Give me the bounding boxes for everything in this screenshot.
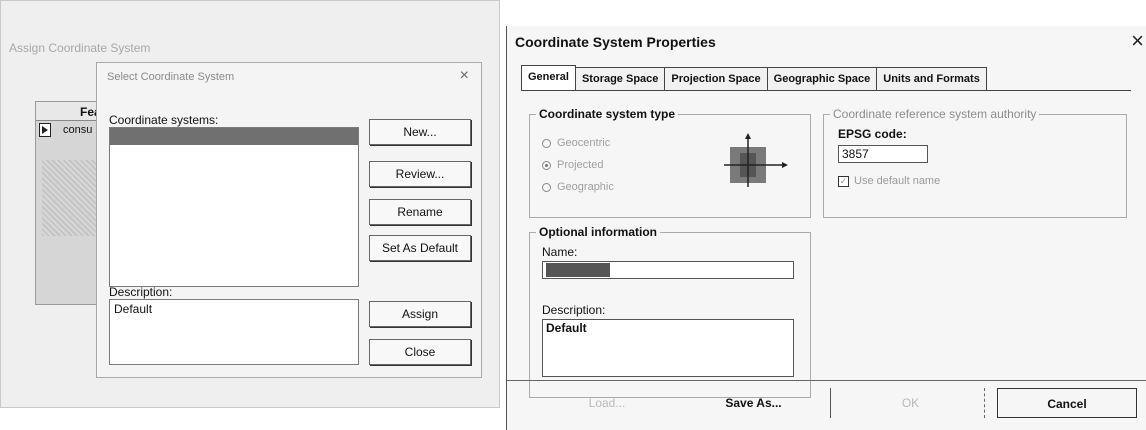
tab-general[interactable]: General <box>521 65 576 90</box>
coordinate-systems-label: Coordinate systems: <box>109 113 219 127</box>
projected-grid-icon <box>724 133 788 187</box>
load-button[interactable]: Load... <box>547 388 667 418</box>
description-value: Default <box>114 302 153 316</box>
background-window-title: Assign Coordinate System <box>9 41 151 55</box>
tab-geographic-space[interactable]: Geographic Space <box>766 67 878 90</box>
radio-icon <box>542 182 551 192</box>
description-textarea[interactable]: Default <box>542 319 794 377</box>
grid-row-cell[interactable]: consu <box>63 124 92 136</box>
radio-label: Projected <box>557 159 604 171</box>
grid-area <box>42 160 100 236</box>
list-item-selected[interactable] <box>110 128 358 145</box>
button-bar-divider <box>507 380 1146 381</box>
crs-authority-group: Coordinate reference system authority EP… <box>823 107 1127 218</box>
set-as-default-button[interactable]: Set As Default <box>369 235 471 261</box>
radio-label: Geographic <box>557 181 614 193</box>
checkbox-label: Use default name <box>854 175 941 187</box>
tab-units-and-formats[interactable]: Units and Formats <box>876 67 987 90</box>
epsg-code-label: EPSG code: <box>838 127 907 141</box>
ok-button[interactable]: OK <box>837 388 985 418</box>
close-icon[interactable]: × <box>1131 28 1144 54</box>
review-button[interactable]: Review... <box>369 161 471 187</box>
coordinate-system-properties-dialog: Coordinate System Properties × General S… <box>506 26 1146 430</box>
group-title: Coordinate reference system authority <box>830 107 1040 121</box>
tab-storage-space[interactable]: Storage Space <box>574 67 666 90</box>
name-input[interactable] <box>542 261 794 279</box>
optional-information-group: Optional information Name: Description: … <box>529 225 811 398</box>
radio-projected[interactable]: Projected <box>542 159 603 171</box>
radio-geographic[interactable]: Geographic <box>542 181 614 193</box>
use-default-name-checkbox[interactable]: ✓ Use default name <box>838 175 940 187</box>
dialog-title: Select Coordinate System <box>107 71 235 83</box>
tab-projection-space[interactable]: Projection Space <box>664 67 768 90</box>
rename-button[interactable]: Rename <box>369 199 471 225</box>
description-label: Description: <box>542 303 606 317</box>
group-title: Coordinate system type <box>536 107 679 121</box>
new-button[interactable]: New... <box>369 119 471 145</box>
description-label: Description: <box>109 285 173 299</box>
group-title: Optional information <box>536 225 660 239</box>
save-as-button[interactable]: Save As... <box>677 388 831 418</box>
close-icon[interactable]: × <box>460 67 469 85</box>
name-label: Name: <box>542 245 578 259</box>
checkbox-checked-icon: ✓ <box>838 175 849 187</box>
radio-geocentric[interactable]: Geocentric <box>542 137 610 149</box>
radio-selected-icon <box>542 160 551 170</box>
cancel-button[interactable]: Cancel <box>997 388 1137 418</box>
tab-strip: General Storage Space Projection Space G… <box>521 65 987 90</box>
description-box[interactable]: Default <box>109 299 359 365</box>
name-value <box>546 263 610 277</box>
tab-divider <box>521 90 1131 91</box>
close-button[interactable]: Close <box>369 339 471 365</box>
radio-label: Geocentric <box>557 137 611 149</box>
dialog-title: Coordinate System Properties <box>515 34 716 50</box>
epsg-code-input[interactable]: 3857 <box>838 145 928 163</box>
assign-button[interactable]: Assign <box>369 301 471 327</box>
row-selector-icon[interactable] <box>39 123 51 137</box>
select-coordinate-system-dialog: Select Coordinate System × Coordinate sy… <box>96 62 482 378</box>
coordinate-systems-list[interactable] <box>109 127 359 287</box>
coordinate-system-type-group: Coordinate system type Geocentric Projec… <box>529 107 811 218</box>
radio-icon <box>542 138 551 148</box>
